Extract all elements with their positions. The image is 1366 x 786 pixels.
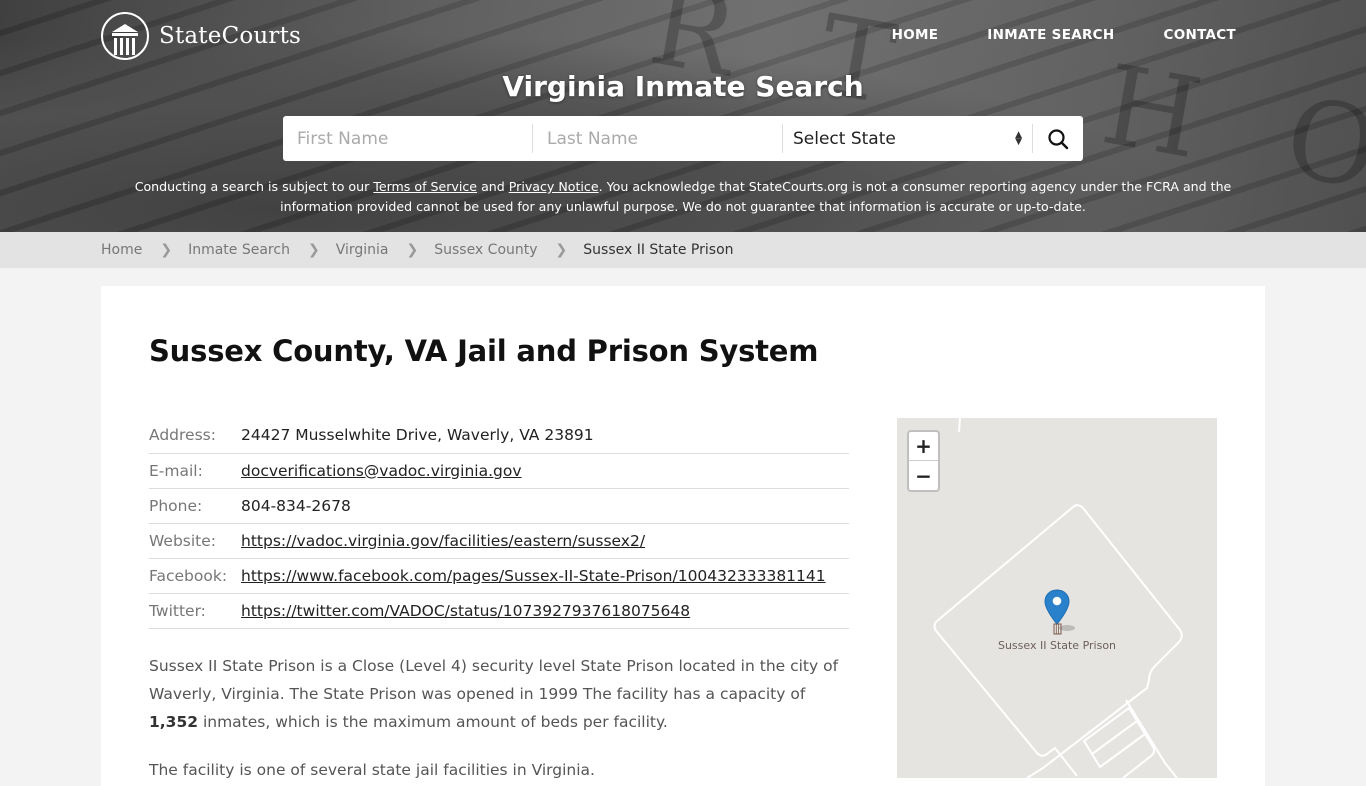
nav-home[interactable]: HOME bbox=[892, 27, 939, 43]
facility-map[interactable]: + − Sussex II State Prison bbox=[897, 418, 1217, 778]
facility-description-continued: The facility is one of several state jai… bbox=[149, 761, 595, 779]
info-label: Twitter: bbox=[149, 593, 241, 629]
zoom-out-button[interactable]: − bbox=[909, 461, 938, 490]
main-nav: HOME INMATE SEARCH CONTACT bbox=[892, 27, 1236, 43]
info-row-phone: Phone: 804-834-2678 bbox=[149, 488, 849, 524]
disclaimer-text: Conducting a search is subject to our bbox=[134, 179, 374, 194]
logo[interactable]: StateCourts bbox=[101, 12, 301, 60]
search-icon bbox=[1048, 128, 1069, 149]
terms-of-service-link[interactable]: Terms of Service bbox=[373, 179, 477, 194]
chevron-right-icon: ❯ bbox=[406, 242, 419, 258]
nav-inmate-search[interactable]: INMATE SEARCH bbox=[987, 27, 1114, 43]
info-label: Phone: bbox=[149, 488, 241, 524]
page-title: Sussex County, VA Jail and Prison System bbox=[149, 334, 819, 368]
info-label: E-mail: bbox=[149, 453, 241, 489]
description-text: Sussex II State Prison is a Close (Level… bbox=[149, 657, 839, 703]
website-link[interactable]: https://vadoc.virginia.gov/facilities/ea… bbox=[241, 532, 645, 550]
facility-description: Sussex II State Prison is a Close (Level… bbox=[149, 652, 849, 736]
info-row-email: E-mail: docverifications@vadoc.virginia.… bbox=[149, 453, 849, 489]
address-value: 24427 Musselwhite Drive, Waverly, VA 238… bbox=[241, 418, 849, 454]
search-form: First Name Last Name Select State ▲ ▼ bbox=[283, 116, 1083, 161]
chevron-right-icon: ❯ bbox=[160, 242, 173, 258]
select-arrows-icon: ▲ ▼ bbox=[1015, 129, 1022, 147]
first-name-input[interactable]: First Name bbox=[283, 124, 533, 153]
info-label: Facebook: bbox=[149, 558, 241, 594]
map-marker-icon[interactable] bbox=[1043, 588, 1083, 640]
breadcrumb-inmate-search[interactable]: Inmate Search bbox=[188, 242, 290, 258]
logo-text: StateCourts bbox=[159, 23, 302, 49]
facility-info-table: Address: 24427 Musselwhite Drive, Waverl… bbox=[149, 418, 849, 629]
breadcrumb-home[interactable]: Home bbox=[101, 242, 142, 258]
chevron-right-icon: ❯ bbox=[307, 242, 320, 258]
breadcrumb: Home ❯ Inmate Search ❯ Virginia ❯ Sussex… bbox=[0, 232, 1366, 268]
state-select[interactable]: Select State ▲ ▼ bbox=[783, 124, 1033, 153]
page-hero-title: Virginia Inmate Search bbox=[502, 70, 864, 103]
breadcrumb-virginia[interactable]: Virginia bbox=[336, 242, 389, 258]
chevron-right-icon: ❯ bbox=[555, 242, 568, 258]
nav-contact[interactable]: CONTACT bbox=[1163, 27, 1236, 43]
capacity-value: 1,352 bbox=[149, 713, 199, 731]
email-link[interactable]: docverifications@vadoc.virginia.gov bbox=[241, 462, 522, 480]
phone-value: 804-834-2678 bbox=[241, 488, 849, 524]
disclaimer-text: and bbox=[477, 179, 509, 194]
map-zoom-control: + − bbox=[907, 430, 940, 492]
facility-card: Sussex County, VA Jail and Prison System… bbox=[101, 286, 1265, 786]
info-row-facebook: Facebook: https://www.facebook.com/pages… bbox=[149, 558, 849, 594]
map-marker-label: Sussex II State Prison bbox=[997, 639, 1117, 652]
top-bar: StateCourts HOME INMATE SEARCH CONTACT bbox=[0, 0, 1366, 72]
search-button[interactable] bbox=[1033, 116, 1083, 161]
info-row-twitter: Twitter: https://twitter.com/VADOC/statu… bbox=[149, 593, 849, 629]
state-select-value: Select State bbox=[793, 128, 896, 149]
facebook-link[interactable]: https://www.facebook.com/pages/Sussex-II… bbox=[241, 567, 826, 585]
hero-banner: RT HOUSE StateCourts HOME INMATE SEARCH … bbox=[0, 0, 1366, 232]
privacy-notice-link[interactable]: Privacy Notice bbox=[509, 179, 599, 194]
info-label: Website: bbox=[149, 523, 241, 559]
search-disclaimer: Conducting a search is subject to our Te… bbox=[120, 177, 1246, 217]
breadcrumb-current: Sussex II State Prison bbox=[583, 242, 734, 258]
info-label: Address: bbox=[149, 418, 241, 454]
last-name-input[interactable]: Last Name bbox=[533, 124, 783, 153]
description-text: inmates, which is the maximum amount of … bbox=[198, 713, 668, 731]
info-row-address: Address: 24427 Musselwhite Drive, Waverl… bbox=[149, 418, 849, 454]
breadcrumb-sussex-county[interactable]: Sussex County bbox=[434, 242, 537, 258]
info-row-website: Website: https://vadoc.virginia.gov/faci… bbox=[149, 523, 849, 559]
zoom-in-button[interactable]: + bbox=[909, 432, 938, 461]
twitter-link[interactable]: https://twitter.com/VADOC/status/1073927… bbox=[241, 602, 690, 620]
courthouse-icon bbox=[101, 12, 149, 60]
